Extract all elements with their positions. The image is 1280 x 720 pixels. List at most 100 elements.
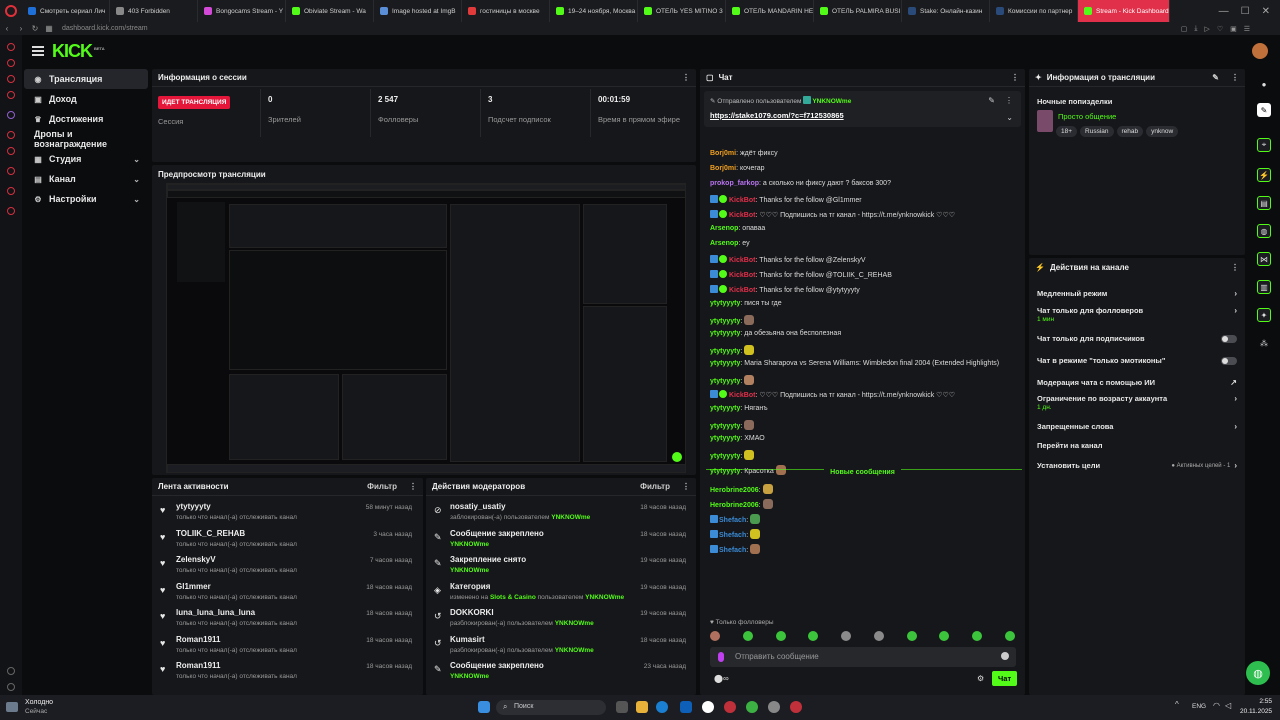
browser-tab[interactable]: 19–24 ноября, Москва bbox=[550, 0, 638, 22]
chat-input[interactable]: Отправить сообщение bbox=[710, 647, 1016, 667]
browser-tab[interactable]: гостиницы в москве bbox=[462, 0, 550, 22]
opera-logo-icon[interactable] bbox=[0, 0, 22, 22]
browser-tab[interactable]: Image hosted at ImgB bbox=[374, 0, 462, 22]
chat-message[interactable]: Shefach: bbox=[710, 529, 761, 539]
toggle-switch[interactable] bbox=[1221, 334, 1237, 343]
more-icon[interactable]: ⋮ bbox=[1231, 263, 1239, 272]
category-name[interactable]: Slots & Casino bbox=[490, 594, 536, 601]
moderator-user[interactable]: YNKNOWme bbox=[450, 541, 489, 548]
chat-message[interactable]: Shefach: bbox=[710, 544, 761, 554]
browser-tab[interactable]: Obiviate Stream - Wa bbox=[286, 0, 374, 22]
settings-icon[interactable] bbox=[7, 167, 15, 175]
emote-icon[interactable] bbox=[808, 631, 819, 641]
activity-row[interactable]: ♥ ytytyyyty только что начал(-а) отслежива… bbox=[152, 500, 422, 526]
emote-icon[interactable] bbox=[906, 631, 917, 641]
chat-message[interactable]: Herobrine2006: bbox=[710, 499, 773, 509]
forward-icon[interactable]: › bbox=[14, 24, 28, 33]
send-chat-button[interactable]: Чат bbox=[992, 671, 1018, 686]
minimize-icon[interactable]: — bbox=[1219, 6, 1229, 17]
chat-message[interactable]: ytytyyyty: bbox=[710, 345, 755, 355]
moderator-user[interactable]: YNKNOWme bbox=[555, 647, 594, 654]
moderator-user[interactable]: YNKNOWme bbox=[585, 594, 624, 601]
channel-action-row[interactable]: Ограничение по возрасту аккаунта 1 дн. › bbox=[1037, 394, 1237, 414]
chat-message[interactable]: prokop_farkop: а сколько ни фиксу дают ?… bbox=[710, 180, 891, 187]
more-icon[interactable]: ⋮ bbox=[1231, 73, 1239, 82]
channel-action-row[interactable]: Модерация чата с помощью ИИ ↗ bbox=[1037, 375, 1237, 390]
chevron-down-icon[interactable]: ⌄ bbox=[133, 175, 140, 184]
chat-username[interactable]: Herobrine2006 bbox=[710, 502, 759, 509]
activity-row[interactable]: ♥ Gl1mmer только что начал(-а) отслеживать… bbox=[152, 580, 422, 606]
nav-item[interactable]: ◉ Трансляция bbox=[24, 69, 148, 89]
activity-row[interactable]: ♥ luna_luna_luna_luna только что начал(-а)… bbox=[152, 606, 422, 632]
browser-tab[interactable]: Bongocams Stream - Y bbox=[198, 0, 286, 22]
bookmarks-icon[interactable] bbox=[7, 147, 15, 155]
messenger-icon[interactable] bbox=[7, 75, 15, 83]
emote-icon[interactable] bbox=[742, 631, 753, 641]
filter-button[interactable]: Фильтр bbox=[367, 482, 397, 491]
chat-message[interactable]: ytytyyyty: да обезьяна она бесполезная bbox=[710, 330, 841, 337]
language-indicator[interactable]: ENG bbox=[1192, 703, 1206, 710]
emote-icon[interactable] bbox=[939, 631, 950, 641]
channel-action-row[interactable]: Запрещенные слова › bbox=[1037, 419, 1237, 434]
chat-username[interactable]: KickBot bbox=[729, 287, 755, 294]
vk-icon[interactable] bbox=[7, 91, 15, 99]
chat-username[interactable]: ytytyyyty bbox=[710, 453, 740, 460]
channel-action-row[interactable]: Перейти на канал bbox=[1037, 438, 1237, 453]
browser-tab[interactable]: Stream - Kick Dashboard bbox=[1078, 0, 1170, 22]
infinity-icon[interactable]: ⬤∞ bbox=[714, 674, 729, 683]
chat-username[interactable]: ytytyyyty bbox=[710, 378, 740, 385]
moderator-row[interactable]: ✎ Закрепление снято YNKNOWme 19 часов наза… bbox=[426, 553, 696, 579]
document-icon[interactable]: ▤ bbox=[1257, 196, 1271, 210]
activity-row[interactable]: ♥ Roman1911 только что начал(-а) отслежива… bbox=[152, 633, 422, 659]
moderator-row[interactable]: ◈ Категория изменено на Slots & Casino пол… bbox=[426, 580, 696, 606]
chat-username[interactable]: ytytyyyty bbox=[710, 360, 740, 367]
chat-username[interactable]: KickBot bbox=[729, 272, 755, 279]
chat-username[interactable]: ytytyyyty bbox=[710, 348, 740, 355]
play-icon[interactable]: ▷ bbox=[1204, 25, 1209, 33]
activity-row[interactable]: ♥ TOLIIK_C_REHAB только что начал(-а) отсл… bbox=[152, 527, 422, 553]
edge-icon[interactable] bbox=[656, 701, 668, 713]
channel-action-row[interactable]: Установить цели ● Активных целей - 1 › bbox=[1037, 458, 1237, 473]
chat-message[interactable]: KickBot: ♡♡♡ Подпишись на тг канал - htt… bbox=[710, 210, 955, 219]
chat-message[interactable]: KickBot: Thanks for the follow @TOLIIK_C… bbox=[710, 270, 892, 279]
mic-icon[interactable] bbox=[718, 652, 724, 662]
sidebar-more-icon[interactable] bbox=[7, 207, 15, 215]
chat-username[interactable]: ytytyyyty bbox=[710, 435, 740, 442]
chat-username[interactable]: KickBot bbox=[729, 212, 755, 219]
wallet-icon[interactable]: ▣ bbox=[1230, 25, 1237, 33]
wrench-icon[interactable]: ✦ bbox=[1257, 308, 1271, 322]
extensions-icon[interactable]: ☰ bbox=[1244, 25, 1250, 33]
lightning-icon[interactable]: ⚡ bbox=[1257, 168, 1271, 182]
category-link[interactable]: Просто общение bbox=[1058, 112, 1116, 121]
emote-icon[interactable] bbox=[1004, 631, 1015, 641]
chat-username[interactable]: Arsenop bbox=[710, 240, 738, 247]
opera-icon[interactable] bbox=[790, 701, 802, 713]
moderator-row[interactable]: ✎ Сообщение закреплено YNKNOWme 23 часа на… bbox=[426, 659, 696, 685]
category-thumbnail[interactable] bbox=[1037, 110, 1053, 132]
clock-date[interactable]: 20.11.2025 bbox=[1240, 708, 1272, 715]
browser-tab[interactable]: ОТЕЛЬ PALMIRA BUSI bbox=[814, 0, 902, 22]
nav-item[interactable]: ▤ Канал ⌄ bbox=[24, 169, 148, 189]
chat-message[interactable]: Herobrine2006: bbox=[710, 484, 773, 494]
external-link-icon[interactable]: ↗ bbox=[1230, 378, 1237, 387]
taskbar-search[interactable]: ⌕ Поиск bbox=[496, 700, 606, 715]
chat-message[interactable]: ytytyyyty: пися ты где bbox=[710, 300, 782, 307]
chat-message[interactable]: ytytyyyty: Maria Sharapova vs Serena Wil… bbox=[710, 360, 999, 367]
browser-tab[interactable]: ОТЕЛЬ YES MITINO 3 bbox=[638, 0, 726, 22]
chat-username[interactable]: ytytyyyty bbox=[710, 330, 740, 337]
chevron-down-icon[interactable]: ⌄ bbox=[1006, 113, 1013, 122]
chat-message[interactable]: Shefach: bbox=[710, 514, 761, 524]
chat-message[interactable]: Borj0mi: кочегар bbox=[710, 165, 765, 172]
chat-username[interactable]: Arsenop bbox=[710, 225, 738, 232]
stream-tag[interactable]: ynknow bbox=[1146, 126, 1179, 137]
chat-message[interactable]: Borj0mi: ждёт фиксу bbox=[710, 150, 778, 157]
toggle-switch[interactable] bbox=[1221, 356, 1237, 365]
chat-message[interactable]: KickBot: ♡♡♡ Подпишись на тг канал - htt… bbox=[710, 390, 955, 399]
moderator-user[interactable]: YNKNOWme bbox=[555, 620, 594, 627]
emote-icon[interactable] bbox=[775, 631, 786, 641]
pinned-link[interactable]: https://stake1079.com/?c=f712530865 bbox=[710, 111, 844, 120]
chat-message[interactable]: ytytyyyty: bbox=[710, 420, 755, 430]
activity-row[interactable]: ♥ ZelenskyV только что начал(-а) отслежива… bbox=[152, 553, 422, 579]
sidebar-more-icon[interactable] bbox=[7, 187, 15, 195]
chat-message[interactable]: ytytyyyty: Няганъ bbox=[710, 405, 768, 412]
